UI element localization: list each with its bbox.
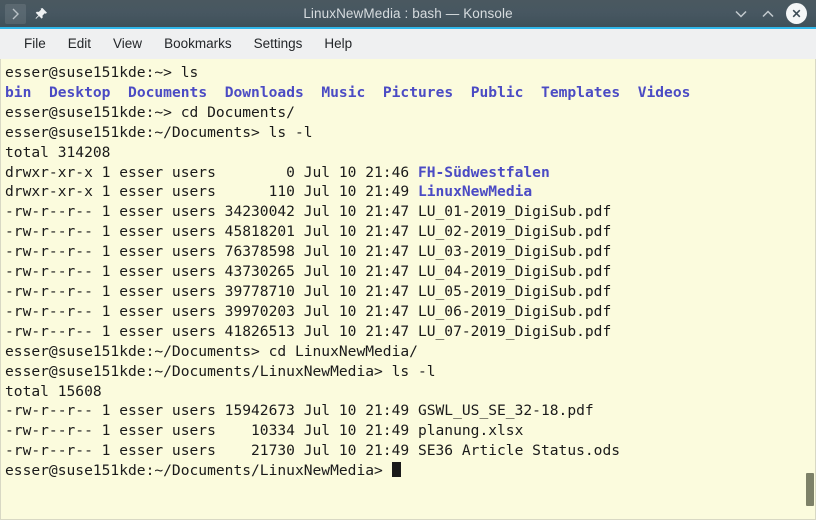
directory-name: Public <box>470 83 524 101</box>
terminal-line: total 314208 <box>5 143 111 161</box>
file-attributes: drwxr-xr-x 1 esser users 110 Jul 10 21:4… <box>5 183 418 201</box>
terminal-output: esser@suse151kde:~> ls bin Desktop Docume… <box>5 63 815 481</box>
scrollbar-thumb[interactable] <box>806 473 814 506</box>
directory-name: Documents <box>128 83 208 101</box>
menu-item-file[interactable]: File <box>13 33 57 55</box>
directory-name: Videos <box>637 83 691 101</box>
titlebar-left-buttons <box>0 3 51 24</box>
terminal-line: esser@suse151kde:~/Documents/LinuxNewMed… <box>5 362 436 380</box>
text-cursor <box>391 462 401 478</box>
menu-item-settings[interactable]: Settings <box>243 33 314 55</box>
terminal-line: -rw-r--r-- 1 esser users 15942673 Jul 10… <box>5 402 594 420</box>
directory-name: bin <box>5 83 32 101</box>
pin-icon[interactable] <box>30 4 51 24</box>
terminal-line: -rw-r--r-- 1 esser users 41826513 Jul 10… <box>5 322 612 340</box>
directory-name: Desktop <box>48 83 111 101</box>
directory-name: FH-Südwestfalen <box>417 163 550 181</box>
window-title: LinuxNewMedia : bash — Konsole <box>303 6 513 21</box>
terminal-line: -rw-r--r-- 1 esser users 76378598 Jul 10… <box>5 243 612 261</box>
terminal-line: esser@suse151kde:~/Documents> ls -l <box>5 123 313 141</box>
menu-item-bookmarks[interactable]: Bookmarks <box>153 33 243 55</box>
terminal-line: esser@suse151kde:~> ls <box>5 64 199 81</box>
directory-name: Templates <box>541 83 621 101</box>
terminal-line: -rw-r--r-- 1 esser users 21730 Jul 10 21… <box>5 442 621 460</box>
terminal-line: esser@suse151kde:~/Documents> cd LinuxNe… <box>5 342 418 360</box>
terminal-line: bin Desktop Documents Downloads Music Pi… <box>5 83 815 103</box>
terminal-scrollbar[interactable] <box>804 59 815 519</box>
menu-item-help[interactable]: Help <box>313 33 363 55</box>
maximize-button[interactable] <box>759 5 777 23</box>
terminal-line: -rw-r--r-- 1 esser users 34230042 Jul 10… <box>5 203 612 221</box>
terminal-line: drwxr-xr-x 1 esser users 0 Jul 10 21:46 … <box>5 163 815 183</box>
menu-bar: File Edit View Bookmarks Settings Help <box>0 29 816 59</box>
terminal-line: -rw-r--r-- 1 esser users 10334 Jul 10 21… <box>5 422 524 440</box>
directory-name: Downloads <box>224 83 304 101</box>
title-bar: LinuxNewMedia : bash — Konsole <box>0 0 816 29</box>
terminal-prompt-line: esser@suse151kde:~/Documents/LinuxNewMed… <box>5 461 815 481</box>
terminal-line: -rw-r--r-- 1 esser users 39970203 Jul 10… <box>5 302 612 320</box>
directory-name: Music <box>321 83 366 101</box>
menu-item-edit[interactable]: Edit <box>57 33 102 55</box>
konsole-window: LinuxNewMedia : bash — Konsole File Edit <box>0 0 816 520</box>
terminal-line: total 15608 <box>5 382 102 400</box>
menu-item-view[interactable]: View <box>102 33 153 55</box>
terminal-line: -rw-r--r-- 1 esser users 39778710 Jul 10… <box>5 282 612 300</box>
terminal-line: -rw-r--r-- 1 esser users 45818201 Jul 10… <box>5 223 612 241</box>
terminal-line: drwxr-xr-x 1 esser users 110 Jul 10 21:4… <box>5 182 815 202</box>
terminal-area[interactable]: esser@suse151kde:~> ls bin Desktop Docume… <box>0 59 816 520</box>
directory-name: LinuxNewMedia <box>417 183 533 201</box>
file-attributes: drwxr-xr-x 1 esser users 0 Jul 10 21:46 <box>5 163 418 181</box>
terminal-line: esser@suse151kde:~> cd Documents/ <box>5 103 295 121</box>
expand-chevron-icon[interactable] <box>5 3 26 24</box>
minimize-button[interactable] <box>732 5 750 23</box>
close-button[interactable] <box>786 3 807 24</box>
directory-name: Pictures <box>382 83 454 101</box>
window-controls <box>732 3 816 24</box>
terminal-line: -rw-r--r-- 1 esser users 43730265 Jul 10… <box>5 263 612 281</box>
shell-prompt: esser@suse151kde:~/Documents/LinuxNewMed… <box>5 462 392 480</box>
